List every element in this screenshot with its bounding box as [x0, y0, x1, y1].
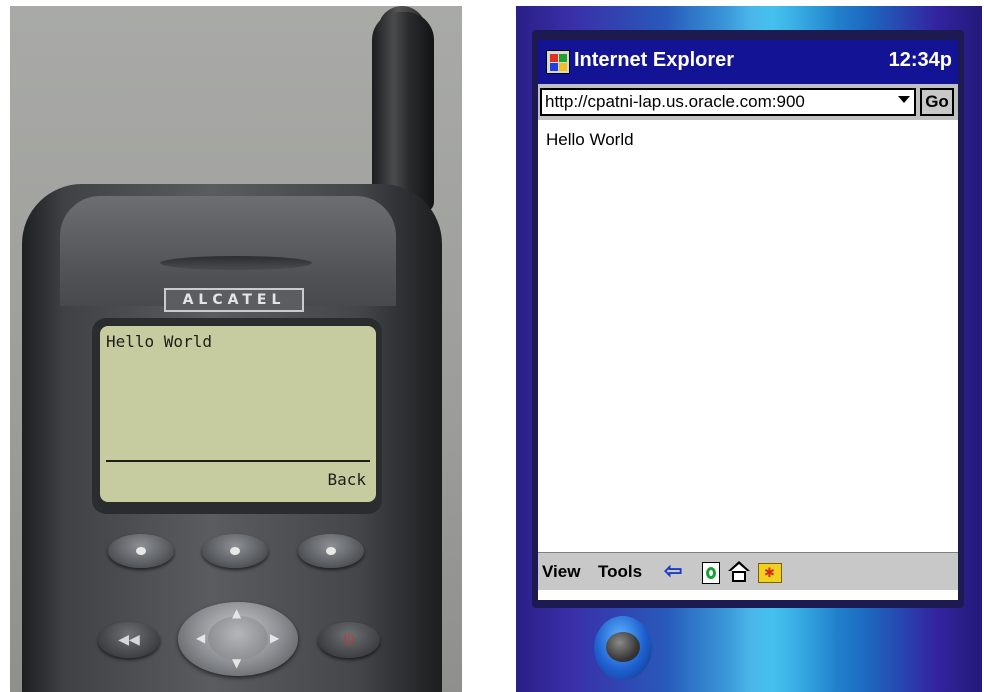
internet-explorer-window: Internet Explorer 12:34p http://cpatni-l… [538, 40, 958, 600]
nav-center [208, 616, 268, 660]
button-dot [326, 547, 336, 555]
antenna [372, 12, 434, 212]
address-bar: http://cpatni-lap.us.oracle.com:900 Go [538, 84, 958, 120]
page-body-text: Hello World [546, 130, 634, 149]
alcatel-phone: ALCATEL Hello World Back ◀◀ ▲ ▼ ◀ ▶ ⏻ [10, 6, 462, 692]
button-dot [136, 547, 146, 555]
power-icon: ⏻ [343, 632, 355, 648]
pocket-pc-device: Internet Explorer 12:34p http://cpatni-l… [516, 6, 982, 692]
rewind-button[interactable]: ◀◀ [98, 622, 160, 658]
left-soft-button[interactable] [108, 534, 174, 568]
hardware-button[interactable] [594, 616, 652, 680]
menu-view[interactable]: View [542, 562, 580, 582]
nav-left-icon[interactable]: ◀ [196, 631, 205, 645]
refresh-icon[interactable] [702, 562, 720, 584]
clock[interactable]: 12:34p [889, 49, 952, 72]
page-content: Hello World [538, 120, 958, 552]
nav-up-icon[interactable]: ▲ [232, 606, 241, 620]
hardware-button-center [606, 632, 640, 662]
center-soft-button[interactable] [202, 534, 268, 568]
power-end-button[interactable]: ⏻ [318, 622, 380, 658]
menu-tools[interactable]: Tools [598, 562, 642, 582]
go-button[interactable]: Go [920, 88, 954, 116]
lcd-screen: Hello World Back [100, 326, 376, 502]
app-title: Internet Explorer [574, 49, 735, 71]
screen-text: Hello World [106, 332, 212, 351]
speaker-slot [160, 256, 312, 270]
navigation-pad[interactable]: ▲ ▼ ◀ ▶ [178, 602, 298, 676]
right-soft-button[interactable] [298, 534, 364, 568]
menu-bar: View Tools ⇦ ✱ [538, 552, 958, 590]
back-arrow-icon[interactable]: ⇦ [664, 558, 682, 584]
nav-right-icon[interactable]: ▶ [270, 631, 279, 645]
brand-logo: ALCATEL [164, 288, 304, 312]
back-softkey-label[interactable]: Back [327, 470, 366, 489]
title-bar: Internet Explorer 12:34p [538, 40, 958, 84]
address-dropdown-icon[interactable] [898, 96, 910, 103]
address-input[interactable]: http://cpatni-lap.us.oracle.com:900 [540, 88, 916, 116]
softkey-divider [106, 460, 370, 462]
favorites-icon[interactable]: ✱ [758, 563, 782, 583]
windows-start-icon[interactable] [546, 50, 570, 74]
nav-down-icon[interactable]: ▼ [232, 656, 241, 670]
rewind-icon: ◀◀ [118, 632, 140, 648]
button-dot [230, 547, 240, 555]
home-icon[interactable] [728, 561, 750, 583]
